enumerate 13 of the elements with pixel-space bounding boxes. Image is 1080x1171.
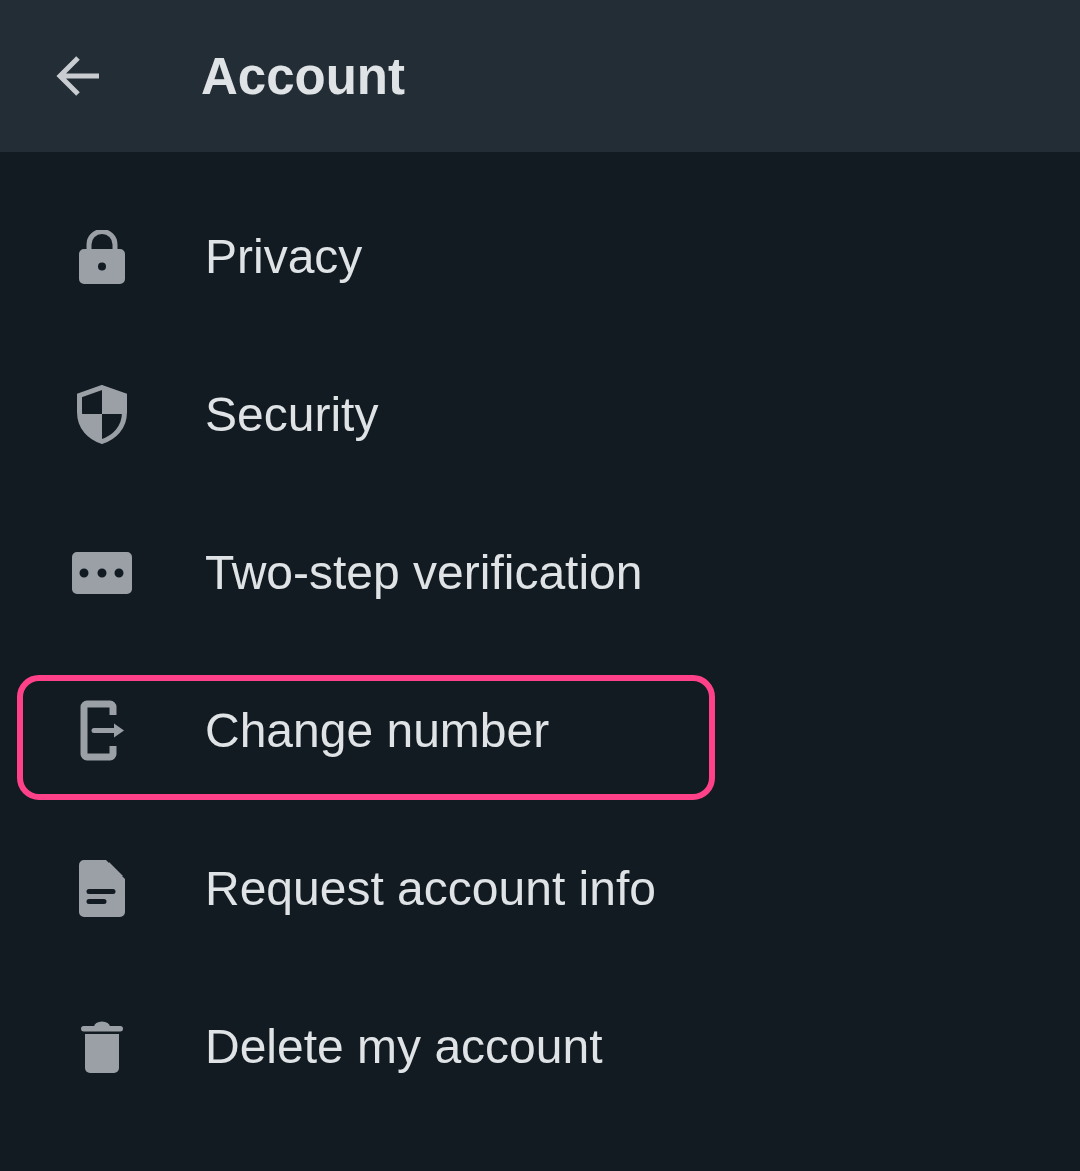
phone-exit-icon [80, 700, 124, 761]
document-icon [79, 860, 125, 917]
menu-item[interactable]: Change number [17, 675, 715, 800]
screen-title: Account [201, 46, 405, 106]
password-dots-icon [72, 551, 132, 594]
shield-icon [77, 385, 127, 444]
lock-icon [79, 229, 125, 284]
trash-icon [81, 1020, 123, 1073]
menu-item[interactable]: Delete my account [17, 991, 715, 1116]
menu-item[interactable]: Privacy [17, 201, 715, 326]
menu-item[interactable]: Two-step verification [17, 517, 715, 642]
menu-item[interactable]: Security [17, 359, 715, 484]
menu-item[interactable]: Request account info [17, 833, 715, 958]
